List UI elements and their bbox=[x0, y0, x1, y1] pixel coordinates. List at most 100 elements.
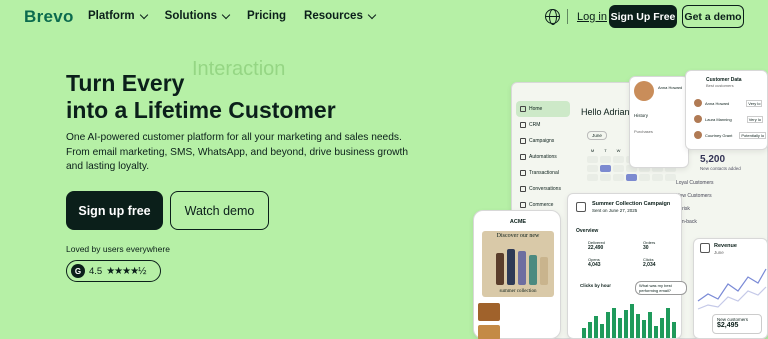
mock-metric: Opens 4,043 bbox=[588, 257, 601, 268]
calendar-day bbox=[587, 174, 598, 181]
rating-stars: ★★★★½ bbox=[106, 265, 146, 277]
mock-customer-data-card: Customer Data Best customers Anna Howard… bbox=[685, 70, 768, 150]
mock-customer-name: Courtney Grant bbox=[705, 132, 733, 138]
mock-metric: Delivered 22,490 bbox=[588, 240, 605, 251]
conversations-icon bbox=[520, 186, 526, 192]
top-nav: Brevo Platform Solutions Pricing Resourc… bbox=[0, 0, 768, 34]
signup-button[interactable]: Sign Up Free bbox=[609, 5, 677, 28]
nav-resources[interactable]: Resources bbox=[304, 10, 377, 22]
mock-new-customers: New customers $2,495 bbox=[712, 314, 762, 334]
calendar-day bbox=[613, 165, 624, 172]
mock-profile-history: History bbox=[634, 113, 649, 118]
mock-customer-data-sub: Best customers bbox=[706, 83, 734, 88]
mock-bar bbox=[630, 304, 634, 338]
mock-sidebar-label: CRM bbox=[529, 122, 541, 128]
mock-bar bbox=[594, 316, 598, 338]
mock-banner: Discover our new summer collection bbox=[482, 231, 554, 297]
mock-customer-name: Anna Howard bbox=[705, 100, 730, 106]
chevron-down-icon bbox=[139, 10, 148, 19]
mock-sidebar-item: CRM bbox=[516, 117, 570, 133]
mock-phone: ACME Discover our new summer collection bbox=[473, 210, 561, 339]
weekday-label: M bbox=[590, 148, 595, 153]
mock-sidebar-label: Transactional bbox=[529, 170, 559, 176]
calendar-day bbox=[600, 174, 611, 181]
automations-icon bbox=[520, 154, 526, 160]
mock-sidebar-item: Campaigns bbox=[516, 133, 570, 149]
mock-campaign-card: Summer Collection Campaign Sent on June … bbox=[567, 193, 682, 339]
mock-metric-value: 4,043 bbox=[588, 262, 601, 268]
mock-bar bbox=[606, 312, 610, 338]
hero-description: One AI-powered customer platform for all… bbox=[66, 132, 408, 172]
mock-customer-name: Laura Manning bbox=[705, 116, 732, 122]
mock-store-name: ACME bbox=[509, 219, 527, 225]
mock-sidebar-item: Home bbox=[516, 101, 570, 117]
rating-value: 4.5 bbox=[89, 265, 103, 277]
mock-metric-value: 30 bbox=[643, 245, 649, 251]
mock-clicks-label: Clicks by hour bbox=[580, 283, 612, 288]
mock-bar bbox=[624, 310, 628, 338]
calendar-day bbox=[600, 156, 611, 163]
nav-links: Platform Solutions Pricing Resources bbox=[88, 10, 393, 22]
hero-heading-line2: into a Lifetime Customer bbox=[66, 97, 336, 123]
brevo-logo[interactable]: Brevo bbox=[24, 7, 74, 27]
nav-solutions-label: Solutions bbox=[164, 10, 218, 22]
mock-bar bbox=[636, 314, 640, 338]
mock-bar bbox=[648, 312, 652, 338]
calendar-day bbox=[639, 174, 650, 181]
mock-overview-label: Overview bbox=[576, 228, 599, 234]
mock-campaign-title: Summer Collection Campaign bbox=[592, 201, 671, 207]
mock-bar bbox=[588, 322, 592, 338]
calendar-day bbox=[652, 174, 663, 181]
rating-badge[interactable]: G 4.5 ★★★★½ bbox=[66, 260, 161, 282]
mock-stat-value: 5,200 bbox=[700, 154, 726, 165]
product-image bbox=[507, 249, 515, 285]
mock-segment-row: Loyal Customers bbox=[676, 180, 714, 186]
mock-customer-tag: Potentially lo bbox=[739, 131, 767, 139]
login-link[interactable]: Log in bbox=[577, 11, 607, 23]
mock-sidebar-label: Campaigns bbox=[529, 138, 555, 144]
calendar-day bbox=[600, 165, 611, 172]
chevron-down-icon bbox=[367, 10, 377, 19]
hero-heading: Turn Every into a Lifetime Customer bbox=[66, 70, 336, 124]
calendar-day bbox=[613, 174, 624, 181]
mock-bar bbox=[612, 308, 616, 338]
avatar bbox=[694, 99, 702, 107]
mock-banner-bottom: summer collection bbox=[499, 289, 537, 294]
avatar bbox=[694, 131, 702, 139]
mock-sidebar-item: Conversations bbox=[516, 181, 570, 197]
mock-sidebar: Home CRM Campaigns Automations Transacti… bbox=[516, 101, 570, 213]
mock-customer-tag: Very lo bbox=[746, 99, 763, 107]
mock-sidebar-item: Transactional bbox=[516, 165, 570, 181]
nav-platform-label: Platform bbox=[88, 10, 135, 22]
mock-sidebar-label: Commerce bbox=[529, 202, 554, 208]
calendar-day bbox=[613, 156, 624, 163]
signup-free-button[interactable]: Sign up free bbox=[66, 191, 163, 230]
nav-platform[interactable]: Platform bbox=[88, 10, 148, 22]
mock-bar bbox=[582, 328, 586, 338]
nav-solutions[interactable]: Solutions bbox=[164, 10, 231, 22]
mock-bar bbox=[666, 308, 670, 338]
watch-demo-button[interactable]: Watch demo bbox=[170, 191, 269, 230]
mock-metric-value: 2,034 bbox=[643, 262, 656, 268]
divider bbox=[567, 9, 568, 24]
mock-campaign-date: Sent on June 27, 2025 bbox=[592, 208, 638, 213]
calendar-day bbox=[626, 174, 637, 181]
product-image bbox=[529, 255, 537, 285]
product-image bbox=[518, 251, 526, 285]
globe-icon[interactable] bbox=[545, 9, 560, 25]
mock-month-pill: June bbox=[587, 131, 607, 140]
nav-pricing-label: Pricing bbox=[247, 10, 287, 22]
product-image bbox=[540, 257, 548, 285]
calendar-day bbox=[587, 165, 598, 172]
nav-pricing[interactable]: Pricing bbox=[247, 10, 286, 22]
email-icon bbox=[576, 202, 586, 212]
g2-icon: G bbox=[71, 264, 85, 278]
calendar-day bbox=[665, 174, 676, 181]
mock-sidebar-item: Automations bbox=[516, 149, 570, 165]
get-demo-button[interactable]: Get a demo bbox=[682, 5, 744, 28]
transactional-icon bbox=[520, 170, 526, 176]
product-image bbox=[478, 325, 500, 339]
mock-bar bbox=[600, 324, 604, 338]
mock-customer-row: Laura Manning Very lo bbox=[694, 115, 763, 123]
mock-sidebar-label: Conversations bbox=[529, 186, 561, 192]
